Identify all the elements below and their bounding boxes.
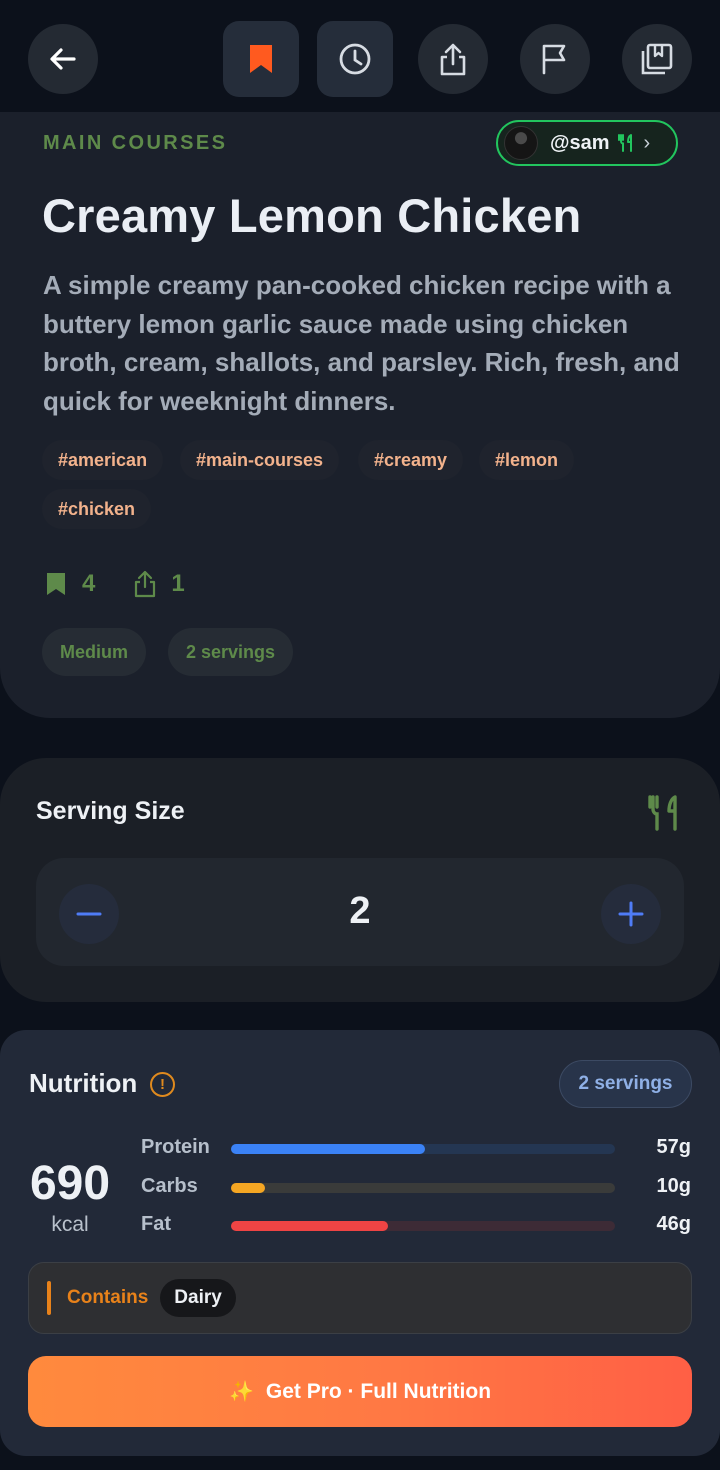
calories-value: 690 <box>29 1157 111 1210</box>
tag[interactable]: #american <box>42 440 164 480</box>
nutrition-title: Nutrition <box>29 1068 138 1098</box>
history-button[interactable] <box>317 21 393 97</box>
chevron-right-icon: › <box>643 131 651 154</box>
recipe-stats: 4 1 <box>46 570 185 598</box>
macro-value-protein: 57g <box>656 1136 691 1158</box>
utensils-icon <box>617 134 632 152</box>
decrease-servings-button[interactable] <box>59 884 119 944</box>
calories-unit: kcal <box>51 1213 89 1236</box>
difficulty-pill: Medium <box>42 628 147 676</box>
carbs-bar-fill <box>231 1183 265 1193</box>
protein-bar <box>231 1144 615 1154</box>
avatar <box>504 126 538 160</box>
collection-button[interactable] <box>622 24 692 94</box>
allergen-accent-bar <box>47 1281 51 1315</box>
bookmark-count: 4 <box>46 570 95 598</box>
get-pro-label: Get Pro · Full Nutrition <box>265 1379 492 1403</box>
plus-icon <box>618 901 644 927</box>
serving-size-title: Serving Size <box>36 797 185 825</box>
tag[interactable]: #creamy <box>358 440 464 480</box>
carbs-bar <box>231 1183 615 1193</box>
bookmark-count-value: 4 <box>82 570 96 597</box>
fat-bar-fill <box>231 1221 388 1231</box>
bookmark-icon <box>47 573 65 595</box>
author-chip[interactable]: @sam › <box>496 120 678 166</box>
macro-value-carbs: 10g <box>656 1175 691 1197</box>
bookmark-icon <box>250 45 272 73</box>
tag[interactable]: #chicken <box>42 489 152 529</box>
minus-icon <box>76 912 102 916</box>
macro-value-fat: 46g <box>656 1213 691 1235</box>
recipe-category: MAIN COURSES <box>43 132 228 154</box>
allergen-chip: Dairy <box>160 1279 236 1317</box>
recipe-title: Creamy Lemon Chicken <box>42 189 582 242</box>
tag[interactable]: #lemon <box>479 440 575 480</box>
share-icon <box>135 570 156 598</box>
flag-icon <box>542 44 566 75</box>
utensils-icon <box>648 795 677 831</box>
top-toolbar <box>0 0 720 112</box>
allergen-label: Contains <box>67 1287 149 1308</box>
macro-label-protein: Protein <box>141 1136 210 1158</box>
author-name: @sam <box>550 131 610 154</box>
recipe-description: A simple creamy pan-cooked chicken recip… <box>43 270 680 416</box>
macro-label-fat: Fat <box>141 1213 171 1235</box>
nutrition-servings-badge[interactable]: 2 servings <box>559 1060 692 1108</box>
share-count-value: 1 <box>171 570 185 597</box>
protein-bar-fill <box>231 1144 425 1154</box>
bookmark-button[interactable] <box>223 21 299 97</box>
collection-icon <box>641 43 673 75</box>
increase-servings-button[interactable] <box>601 884 661 944</box>
clock-icon <box>339 43 371 75</box>
allergen-notice: Contains Dairy <box>28 1262 692 1334</box>
share-count: 1 <box>133 570 185 598</box>
report-button[interactable] <box>520 24 590 94</box>
back-button[interactable] <box>28 24 98 94</box>
share-icon <box>440 43 466 76</box>
info-icon[interactable]: ! <box>150 1072 175 1097</box>
get-pro-button[interactable]: ✨ Get Pro · Full Nutrition <box>28 1356 692 1427</box>
tag[interactable]: #main-courses <box>180 440 340 480</box>
servings-pill: 2 servings <box>168 628 294 676</box>
servings-value: 2 <box>349 890 371 932</box>
fat-bar <box>231 1221 615 1231</box>
arrow-left-icon <box>50 48 76 70</box>
share-button[interactable] <box>418 24 488 94</box>
macro-label-carbs: Carbs <box>141 1175 198 1197</box>
sparkles-icon: ✨ <box>228 1381 254 1403</box>
